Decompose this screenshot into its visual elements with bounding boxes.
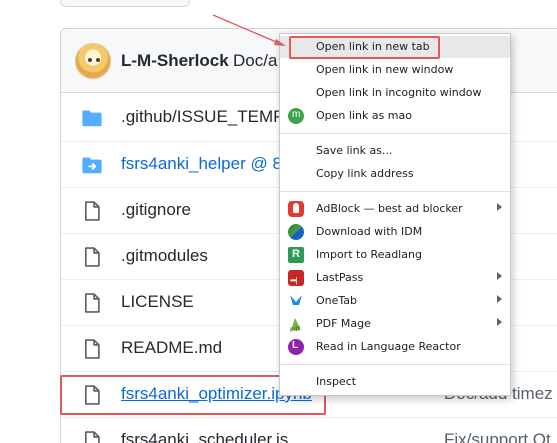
menu-item-label: Save link as...: [316, 144, 393, 157]
file-icon: [81, 246, 103, 268]
menu-item-label: OneTab: [316, 294, 358, 307]
menu-item-onetab[interactable]: OneTab: [280, 290, 510, 312]
language-reactor-icon: L: [288, 339, 304, 355]
pdf-mage-icon: pdf: [288, 316, 304, 332]
menu-item-label: PDF Mage: [316, 317, 371, 330]
submodule-folder-icon: [81, 154, 103, 176]
menu-item-label: Open link as mao: [316, 109, 412, 122]
menu-item-label: AdBlock — best ad blocker: [316, 202, 463, 215]
menu-item-open-link-in-new-window[interactable]: Open link in new window: [280, 59, 510, 81]
menu-separator: [280, 364, 510, 365]
menu-item-label: LastPass: [316, 271, 364, 284]
menu-item-import-to-readlang[interactable]: R Import to Readlang: [280, 244, 510, 266]
menu-item-label: Open link in new tab: [316, 40, 430, 53]
file-commit-message[interactable]: Fix/support Ot: [444, 430, 551, 443]
adblock-icon: [288, 201, 304, 217]
commit-author[interactable]: L-M-Sherlock: [121, 51, 229, 71]
file-name-link[interactable]: .gitignore: [121, 200, 191, 220]
menu-item-label: Import to Readlang: [316, 248, 422, 261]
menu-item-label: Download with IDM: [316, 225, 423, 238]
folder-icon: [81, 107, 103, 129]
submenu-arrow-icon: [497, 318, 502, 326]
file-row[interactable]: fsrs4anki_scheduler.js Fix/support Ot: [61, 417, 557, 443]
lastpass-icon: •••|: [288, 270, 304, 286]
menu-item-lastpass[interactable]: •••| LastPass: [280, 267, 510, 289]
file-icon: [81, 338, 103, 360]
readlang-icon: R: [288, 247, 304, 263]
commit-message[interactable]: Doc/a: [233, 51, 277, 71]
menu-separator: [280, 133, 510, 134]
file-icon: [81, 292, 103, 314]
context-menu: Open link in new tab Open link in new win…: [279, 33, 511, 396]
menu-item-read-in-language-reactor[interactable]: L Read in Language Reactor: [280, 336, 510, 358]
menu-item-adblock-best-ad-blocker[interactable]: AdBlock — best ad blocker: [280, 198, 510, 220]
menu-item-label: Copy link address: [316, 167, 414, 180]
menu-separator: [280, 191, 510, 192]
menu-item-label: Open link in new window: [316, 63, 454, 76]
menu-item-open-link-in-new-tab[interactable]: Open link in new tab: [280, 36, 510, 59]
submenu-arrow-icon: [497, 295, 502, 303]
file-name-link[interactable]: README.md: [121, 338, 222, 358]
menu-item-open-link-as-mao[interactable]: m Open link as mao: [280, 105, 510, 127]
menu-item-pdf-mage[interactable]: pdf PDF Mage: [280, 313, 510, 335]
idm-icon: [288, 224, 304, 240]
menu-item-open-link-in-incognito-window[interactable]: Open link in incognito window: [280, 82, 510, 104]
menu-item-label: Inspect: [316, 375, 357, 388]
onetab-icon: [288, 293, 304, 309]
menu-item-inspect[interactable]: Inspect: [280, 371, 510, 393]
menu-item-download-with-idm[interactable]: Download with IDM: [280, 221, 510, 243]
file-name-link[interactable]: .gitmodules: [121, 246, 208, 266]
top-button[interactable]: [60, 0, 190, 7]
menu-item-label: Open link in incognito window: [316, 86, 482, 99]
menu-item-copy-link-address[interactable]: Copy link address: [280, 163, 510, 185]
menu-item-label: Read in Language Reactor: [316, 340, 461, 353]
file-name-link[interactable]: .github/ISSUE_TEMP: [121, 107, 284, 127]
file-icon: [81, 200, 103, 222]
file-icon: [81, 430, 103, 443]
menu-item-save-link-as[interactable]: Save link as...: [280, 140, 510, 162]
mao-icon: m: [288, 108, 304, 124]
submenu-arrow-icon: [497, 203, 502, 211]
file-name-link[interactable]: LICENSE: [121, 292, 194, 312]
avatar[interactable]: [75, 43, 111, 79]
file-name-link[interactable]: fsrs4anki_scheduler.js: [121, 430, 288, 443]
svg-text:pdf: pdf: [290, 326, 301, 332]
submenu-arrow-icon: [497, 272, 502, 280]
file-name-link[interactable]: fsrs4anki_helper @ 8: [121, 154, 282, 174]
